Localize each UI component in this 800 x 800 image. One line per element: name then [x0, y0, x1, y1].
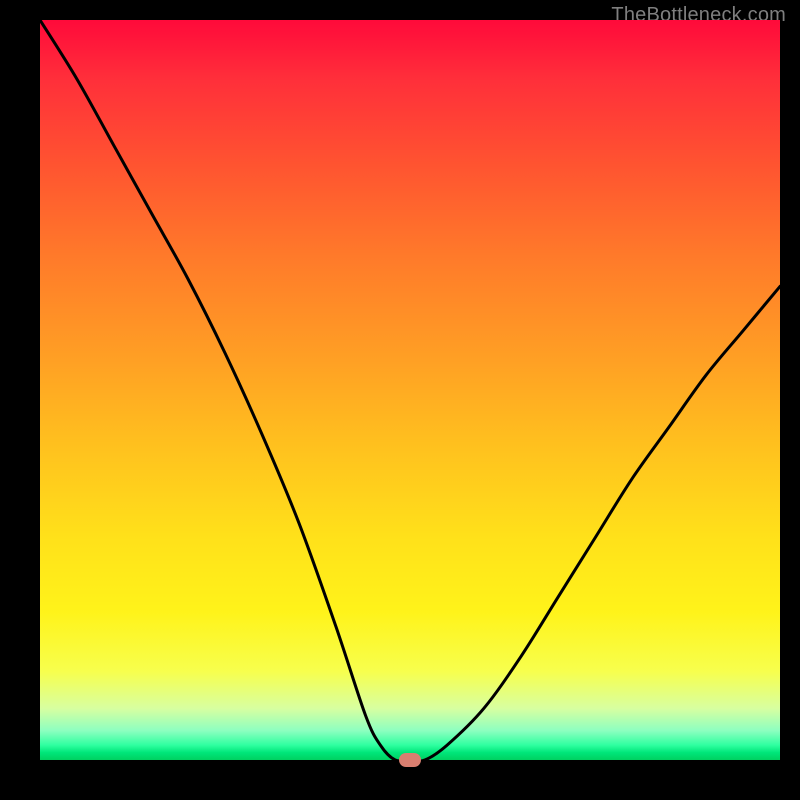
plot-area — [40, 20, 780, 760]
bottleneck-marker — [399, 753, 421, 767]
chart-frame: TheBottleneck.com — [0, 0, 800, 800]
bottleneck-curve — [40, 20, 780, 760]
chart-svg — [40, 20, 780, 760]
